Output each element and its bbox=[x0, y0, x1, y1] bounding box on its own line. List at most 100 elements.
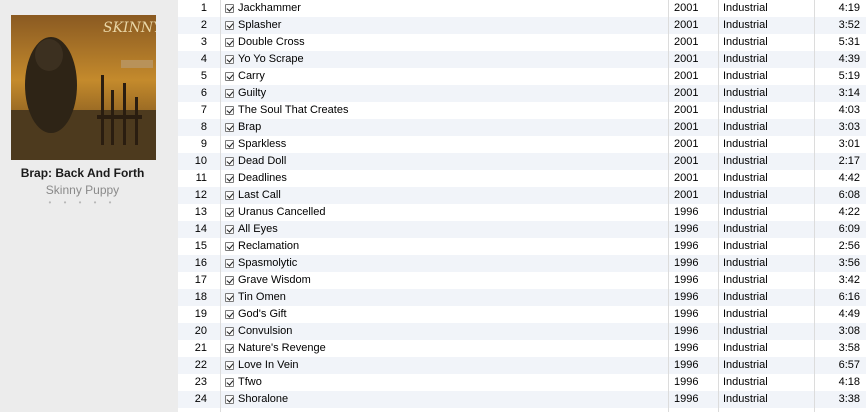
track-number: 12 bbox=[194, 189, 207, 201]
track-number: 24 bbox=[194, 393, 207, 405]
checkmark-icon bbox=[225, 106, 234, 115]
track-genre: Industrial bbox=[723, 274, 768, 286]
track-number: 20 bbox=[194, 325, 207, 337]
track-name: Convulsion bbox=[238, 325, 293, 337]
track-checkbox[interactable] bbox=[225, 102, 235, 119]
track-row[interactable]: 5 Carry 2001 Industrial 5:19 bbox=[178, 68, 866, 85]
checkmark-icon bbox=[225, 225, 234, 234]
track-number: 22 bbox=[194, 359, 207, 371]
track-row[interactable]: 20 Convulsion 1996 Industrial 3:08 bbox=[178, 323, 866, 340]
track-number: 5 bbox=[200, 70, 207, 82]
track-row[interactable]: 13 Uranus Cancelled 1996 Industrial 4:22 bbox=[178, 204, 866, 221]
track-row[interactable]: 12 Last Call 2001 Industrial 6:08 bbox=[178, 187, 866, 204]
track-row[interactable]: 17 Grave Wisdom 1996 Industrial 3:42 bbox=[178, 272, 866, 289]
track-checkbox[interactable] bbox=[225, 357, 235, 374]
track-number: 19 bbox=[194, 308, 207, 320]
track-checkbox[interactable] bbox=[225, 238, 235, 255]
album-artwork-image: SKINNY PUPPY bbox=[11, 15, 156, 160]
track-genre: Industrial bbox=[723, 291, 768, 303]
checkmark-icon bbox=[225, 293, 234, 302]
column-divider bbox=[814, 0, 815, 412]
track-row[interactable]: 23 Tfwo 1996 Industrial 4:18 bbox=[178, 374, 866, 391]
track-row[interactable]: 9 Sparkless 2001 Industrial 3:01 bbox=[178, 136, 866, 153]
track-checkbox[interactable] bbox=[225, 68, 235, 85]
track-row[interactable]: 1 Jackhammer 2001 Industrial 4:19 bbox=[178, 0, 866, 17]
track-row[interactable]: 21 Nature's Revenge 1996 Industrial 3:58 bbox=[178, 340, 866, 357]
track-checkbox[interactable] bbox=[225, 119, 235, 136]
track-checkbox[interactable] bbox=[225, 204, 235, 221]
track-row[interactable]: 19 God's Gift 1996 Industrial 4:49 bbox=[178, 306, 866, 323]
track-name: Nature's Revenge bbox=[238, 342, 326, 354]
album-artwork[interactable]: SKINNY PUPPY bbox=[11, 15, 156, 160]
album-art-logo: SKINNY PUPPY bbox=[103, 20, 156, 36]
track-name: Jackhammer bbox=[238, 2, 301, 14]
track-number: 14 bbox=[194, 223, 207, 235]
track-checkbox[interactable] bbox=[225, 85, 235, 102]
track-genre: Industrial bbox=[723, 121, 768, 133]
track-checkbox[interactable] bbox=[225, 289, 235, 306]
track-time: 3:14 bbox=[838, 87, 860, 99]
track-genre: Industrial bbox=[723, 223, 768, 235]
track-row[interactable]: 15 Reclamation 1996 Industrial 2:56 bbox=[178, 238, 866, 255]
track-checkbox[interactable] bbox=[225, 221, 235, 238]
track-checkbox[interactable] bbox=[225, 391, 235, 408]
track-row[interactable]: 7 The Soul That Creates 2001 Industrial … bbox=[178, 102, 866, 119]
checkmark-icon bbox=[225, 89, 234, 98]
track-checkbox[interactable] bbox=[225, 51, 235, 68]
track-checkbox[interactable] bbox=[225, 323, 235, 340]
track-row[interactable]: 24 Shoralone 1996 Industrial 3:38 bbox=[178, 391, 866, 408]
track-year: 1996 bbox=[674, 274, 699, 286]
track-checkbox[interactable] bbox=[225, 0, 235, 17]
track-row[interactable]: 8 Brap 2001 Industrial 3:03 bbox=[178, 119, 866, 136]
checkmark-icon bbox=[225, 191, 234, 200]
track-row[interactable]: 2 Splasher 2001 Industrial 3:52 bbox=[178, 17, 866, 34]
track-row[interactable]: 4 Yo Yo Scrape 2001 Industrial 4:39 bbox=[178, 51, 866, 68]
track-row[interactable]: 18 Tin Omen 1996 Industrial 6:16 bbox=[178, 289, 866, 306]
track-checkbox[interactable] bbox=[225, 255, 235, 272]
track-checkbox[interactable] bbox=[225, 272, 235, 289]
track-genre: Industrial bbox=[723, 308, 768, 320]
track-name: Shoralone bbox=[238, 393, 289, 405]
track-genre: Industrial bbox=[723, 172, 768, 184]
track-number: 4 bbox=[200, 53, 207, 65]
track-name: Deadlines bbox=[238, 172, 287, 184]
track-genre: Industrial bbox=[723, 104, 768, 116]
track-checkbox[interactable] bbox=[225, 170, 235, 187]
track-time: 5:31 bbox=[838, 36, 860, 48]
track-genre: Industrial bbox=[723, 189, 768, 201]
checkmark-icon bbox=[225, 276, 234, 285]
track-name: All Eyes bbox=[238, 223, 278, 235]
track-name: Sparkless bbox=[238, 138, 287, 150]
track-checkbox[interactable] bbox=[225, 374, 235, 391]
track-number: 8 bbox=[200, 121, 207, 133]
track-number: 1 bbox=[200, 2, 207, 14]
track-checkbox[interactable] bbox=[225, 340, 235, 357]
checkmark-icon bbox=[225, 21, 234, 30]
track-checkbox[interactable] bbox=[225, 306, 235, 323]
track-genre: Industrial bbox=[723, 393, 768, 405]
track-row[interactable]: 6 Guilty 2001 Industrial 3:14 bbox=[178, 85, 866, 102]
track-row[interactable]: 16 Spasmolytic 1996 Industrial 3:56 bbox=[178, 255, 866, 272]
track-checkbox[interactable] bbox=[225, 17, 235, 34]
column-divider bbox=[220, 0, 221, 412]
track-checkbox[interactable] bbox=[225, 34, 235, 51]
track-row[interactable]: 10 Dead Doll 2001 Industrial 2:17 bbox=[178, 153, 866, 170]
track-name: Tfwo bbox=[238, 376, 262, 388]
track-checkbox[interactable] bbox=[225, 187, 235, 204]
track-checkbox[interactable] bbox=[225, 153, 235, 170]
track-row[interactable]: 14 All Eyes 1996 Industrial 6:09 bbox=[178, 221, 866, 238]
track-year: 1996 bbox=[674, 223, 699, 235]
album-rating[interactable]: • • • • • bbox=[0, 198, 165, 207]
track-genre: Industrial bbox=[723, 155, 768, 167]
track-year: 2001 bbox=[674, 138, 699, 150]
track-row[interactable]: 3 Double Cross 2001 Industrial 5:31 bbox=[178, 34, 866, 51]
track-name: God's Gift bbox=[238, 308, 287, 320]
checkmark-icon bbox=[225, 395, 234, 404]
track-time: 3:03 bbox=[838, 121, 860, 133]
track-row[interactable]: 22 Love In Vein 1996 Industrial 6:57 bbox=[178, 357, 866, 374]
track-year: 1996 bbox=[674, 206, 699, 218]
track-row[interactable]: 11 Deadlines 2001 Industrial 4:42 bbox=[178, 170, 866, 187]
checkmark-icon bbox=[225, 123, 234, 132]
track-checkbox[interactable] bbox=[225, 136, 235, 153]
checkmark-icon bbox=[225, 361, 234, 370]
